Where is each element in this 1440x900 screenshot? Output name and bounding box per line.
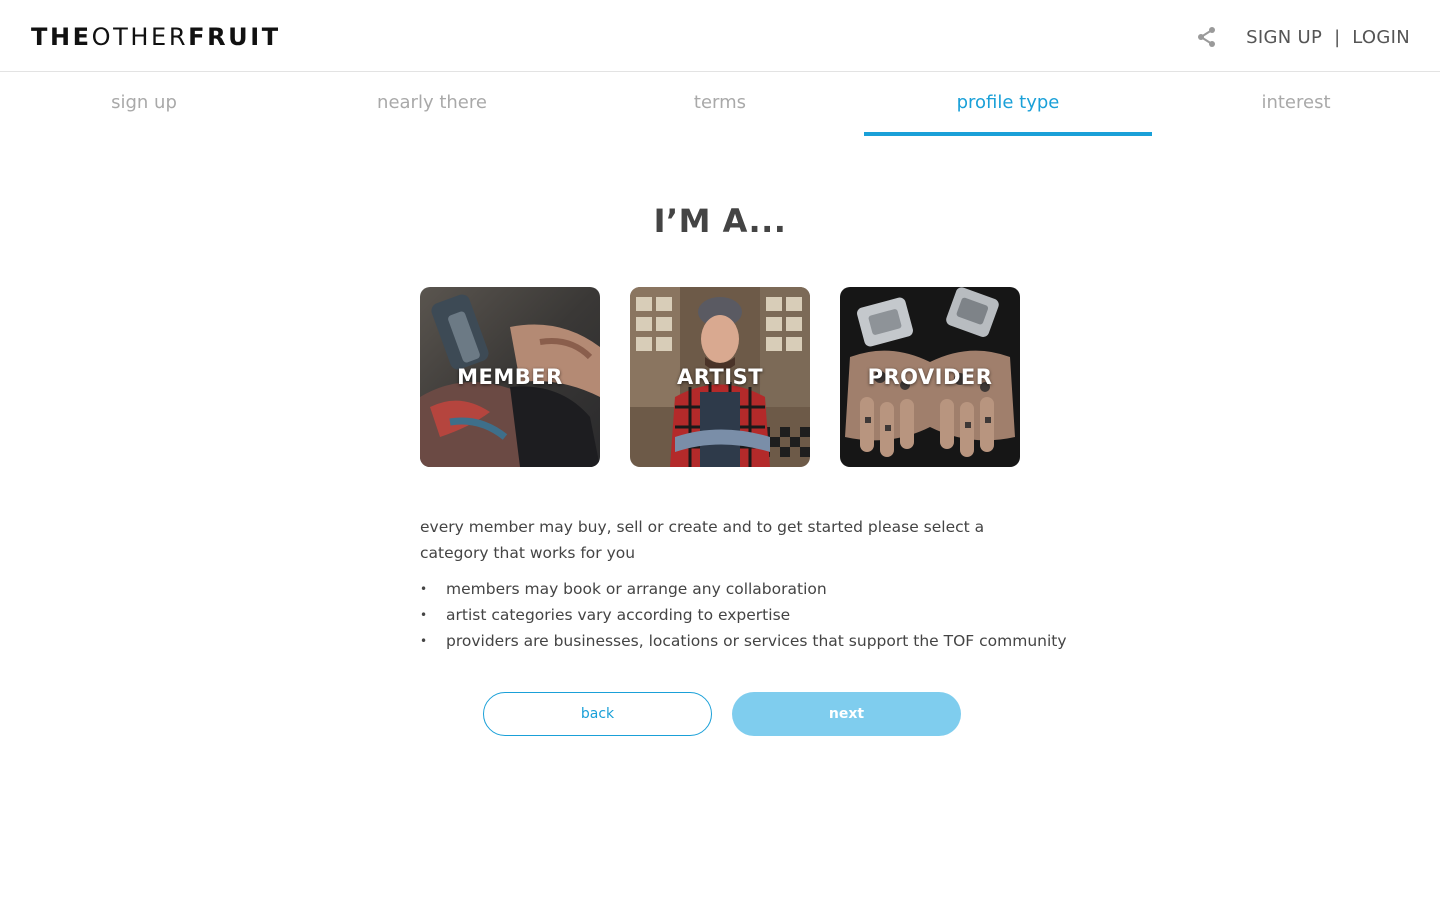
provider-card[interactable]: PROVIDER bbox=[840, 287, 1020, 467]
next-button[interactable]: next bbox=[732, 692, 961, 736]
provider-card-label: PROVIDER bbox=[867, 365, 993, 389]
member-card[interactable]: MEMBER bbox=[420, 287, 600, 467]
back-button[interactable]: back bbox=[483, 692, 712, 736]
logo-part-fruit: FRUIT bbox=[188, 23, 281, 51]
top-header: THEOTHERFRUIT SIGN UP | LOGIN bbox=[0, 0, 1440, 72]
nav-separator: | bbox=[1334, 26, 1341, 48]
list-item: • members may book or arrange any collabo… bbox=[420, 576, 1060, 602]
bullet-glyph: • bbox=[420, 634, 428, 648]
tab-interest[interactable]: interest bbox=[1152, 72, 1440, 136]
profile-type-bullets: • members may book or arrange any collabo… bbox=[420, 576, 1067, 654]
logo-part-the: THE bbox=[31, 23, 92, 51]
signup-steps-tabs: sign up nearly there terms profile type … bbox=[0, 72, 1440, 136]
tab-profile-type[interactable]: profile type bbox=[864, 72, 1152, 136]
bullet-glyph: • bbox=[420, 608, 428, 622]
page-title: I’M A... bbox=[653, 202, 787, 240]
header-actions: SIGN UP | LOGIN bbox=[1196, 22, 1410, 52]
tab-sign-up[interactable]: sign up bbox=[0, 72, 288, 136]
logo[interactable]: THEOTHERFRUIT bbox=[31, 22, 281, 52]
bullet-text-provider: providers are businesses, locations or s… bbox=[446, 632, 1067, 650]
login-link[interactable]: LOGIN bbox=[1352, 27, 1410, 48]
artist-card[interactable]: ARTIST bbox=[630, 287, 810, 467]
bullet-text-member: members may book or arrange any collabor… bbox=[446, 580, 827, 598]
tab-terms[interactable]: terms bbox=[576, 72, 864, 136]
description-text: every member may buy, sell or create and… bbox=[420, 518, 985, 562]
list-item: • providers are businesses, locations or … bbox=[420, 628, 1067, 654]
bullet-text-artist: artist categories vary according to expe… bbox=[446, 606, 791, 624]
share-icon[interactable] bbox=[1196, 26, 1218, 48]
artist-card-label: ARTIST bbox=[676, 365, 764, 389]
logo-part-other: OTHER bbox=[91, 23, 189, 51]
list-item: • artist categories vary according to exp… bbox=[420, 602, 1060, 628]
member-card-label: MEMBER bbox=[457, 365, 563, 389]
signup-link[interactable]: SIGN UP bbox=[1246, 27, 1322, 48]
profile-type-cards: MEMBER ARTIST PROVIDER bbox=[420, 287, 1020, 467]
tab-nearly-there[interactable]: nearly there bbox=[288, 72, 576, 136]
bullet-glyph: • bbox=[420, 582, 428, 596]
